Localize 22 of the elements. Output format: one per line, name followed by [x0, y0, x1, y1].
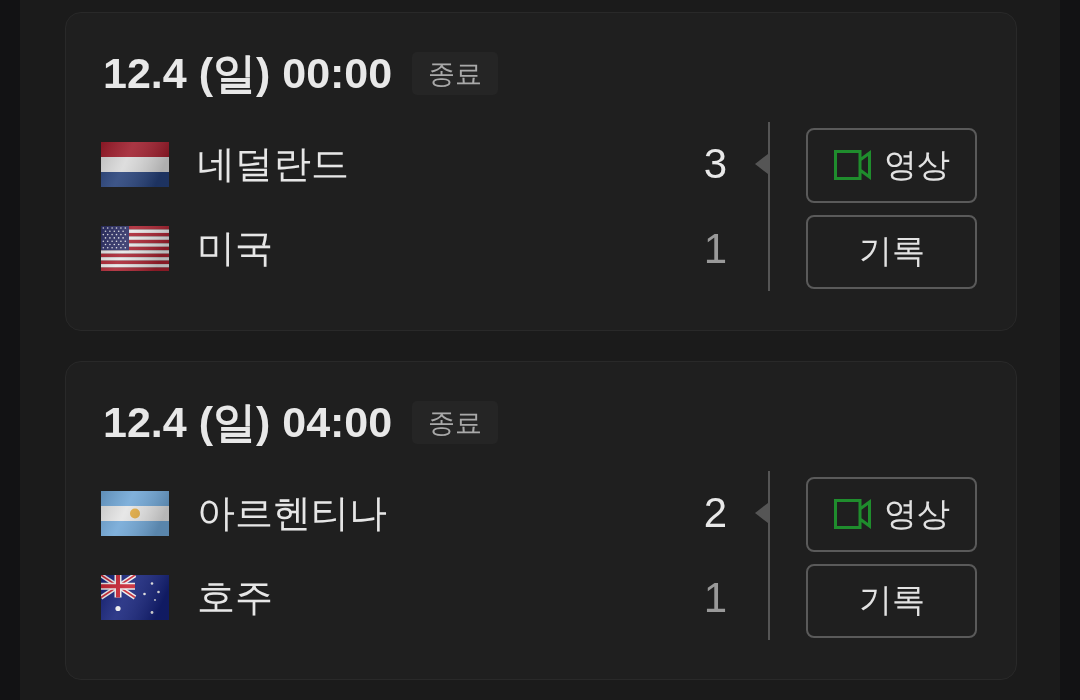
team-name: 아르헨티나 [197, 490, 388, 536]
argentina-flag-icon [101, 490, 169, 536]
team-score: 1 [703, 576, 727, 619]
video-camera-icon [833, 150, 871, 181]
record-button[interactable]: 기록 [806, 214, 977, 289]
video-button[interactable]: 영상 [806, 128, 977, 203]
video-button[interactable]: 영상 [806, 477, 977, 552]
team-name: 호주 [197, 575, 274, 621]
team-score: 2 [703, 492, 727, 535]
record-button[interactable]: 기록 [806, 563, 977, 638]
match-datetime: 12.4 (일) 00:00 [103, 52, 393, 95]
status-badge: 종료 [412, 401, 499, 444]
team-name: 미국 [197, 226, 274, 272]
status-badge: 종료 [412, 52, 499, 95]
video-camera-icon [833, 499, 871, 530]
match-datetime: 12.4 (일) 04:00 [103, 401, 393, 444]
team-name: 네덜란드 [197, 141, 350, 187]
us-flag-icon [101, 226, 169, 272]
team-score: 1 [703, 227, 727, 270]
australia-flag-icon [101, 575, 169, 621]
team-score: 3 [703, 143, 727, 186]
netherlands-flag-icon [101, 141, 169, 187]
